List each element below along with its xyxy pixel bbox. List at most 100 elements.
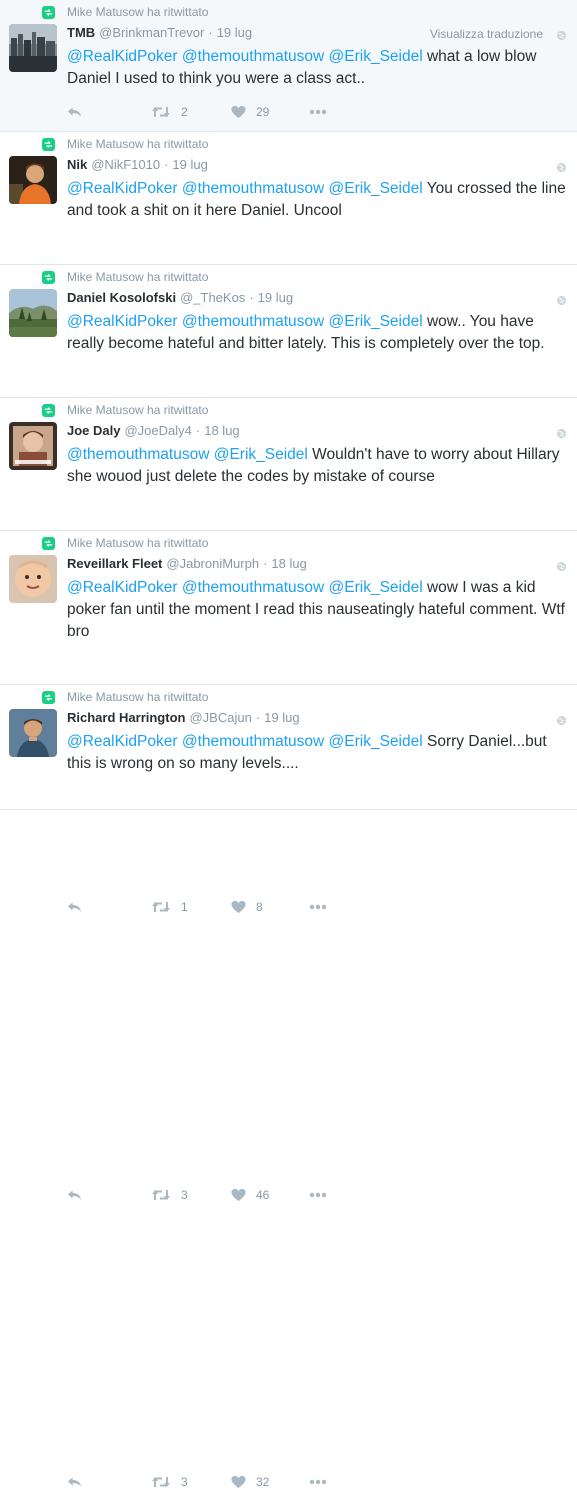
author-handle[interactable]: @JoeDaly4 xyxy=(124,423,191,438)
like-button[interactable]: 32 xyxy=(231,1475,309,1489)
tweet-header: Richard Harrington @JBCajun · 19 lug xyxy=(67,710,300,725)
tweet-header: Nik @NikF1010 · 19 lug xyxy=(67,157,208,172)
retweet-context-label: Mike Matusow ha ritwittato xyxy=(67,536,209,550)
tweet-text: @RealKidPoker @themouthmatusow @Erik_Sei… xyxy=(67,577,567,643)
heart-icon xyxy=(231,1475,246,1489)
avatar[interactable] xyxy=(9,156,57,204)
mention-link[interactable]: @themouthmatusow xyxy=(182,313,324,330)
mention-link[interactable]: @Erik_Seidel xyxy=(329,579,423,596)
mention-link[interactable]: @Erik_Seidel xyxy=(329,48,423,65)
tweet-date[interactable]: 19 lug xyxy=(217,25,252,40)
avatar-child-meme xyxy=(9,422,57,470)
heart-icon xyxy=(231,900,246,914)
author-name[interactable]: Nik xyxy=(67,157,87,172)
retweet-button[interactable]: 3 xyxy=(151,1188,231,1202)
reply-button[interactable] xyxy=(67,106,151,118)
mention-link[interactable]: @RealKidPoker xyxy=(67,733,178,750)
tweet-date[interactable]: 18 lug xyxy=(271,556,306,571)
tweet-actions: 2 29 xyxy=(67,104,327,120)
globe-icon xyxy=(556,160,567,173)
tweet-actions: 1 8 xyxy=(67,899,327,915)
reply-button[interactable] xyxy=(67,1476,151,1488)
like-count: 46 xyxy=(256,1188,270,1202)
tweet-header: Joe Daly @JoeDaly4 · 18 lug xyxy=(67,423,240,438)
retweet-icon xyxy=(151,1188,171,1202)
avatar[interactable] xyxy=(9,289,57,337)
retweet-badge-icon xyxy=(42,690,55,704)
mention-link[interactable]: @themouthmatusow xyxy=(182,733,324,750)
mention-link[interactable]: @themouthmatusow xyxy=(182,579,324,596)
separator-dot: · xyxy=(255,710,261,725)
retweet-count: 3 xyxy=(181,1475,188,1489)
separator-dot: · xyxy=(208,25,213,40)
retweet-context-label: Mike Matusow ha ritwittato xyxy=(67,270,209,284)
more-button[interactable] xyxy=(309,1479,327,1485)
retweet-button[interactable]: 2 xyxy=(151,105,231,119)
retweet-context-label: Mike Matusow ha ritwittato xyxy=(67,403,209,417)
retweet-badge-icon xyxy=(42,5,55,19)
tweet-text: @themouthmatusow @Erik_Seidel Wouldn't h… xyxy=(67,444,567,488)
more-button[interactable] xyxy=(309,904,327,910)
tweet[interactable]: Mike Matusow ha ritwittato Joe Daly @Joe… xyxy=(0,398,577,914)
more-dots-icon xyxy=(309,904,327,910)
retweet-icon xyxy=(151,1475,171,1489)
mention-link[interactable]: @themouthmatusow xyxy=(182,48,324,65)
avatar-city-skyline xyxy=(9,24,57,72)
avatar[interactable] xyxy=(9,555,57,603)
author-handle[interactable]: @JabroniMurph xyxy=(166,556,259,571)
reply-button[interactable] xyxy=(67,901,151,913)
separator-dot: · xyxy=(263,556,268,571)
author-handle[interactable]: @_TheKos xyxy=(180,290,245,305)
author-name[interactable]: TMB xyxy=(67,25,95,40)
globe-icon xyxy=(556,293,567,306)
tweet-text: @RealKidPoker @themouthmatusow @Erik_Sei… xyxy=(67,178,567,222)
avatar[interactable] xyxy=(9,709,57,757)
like-button[interactable]: 8 xyxy=(231,900,309,914)
avatar[interactable] xyxy=(9,24,57,72)
mention-link[interactable]: @themouthmatusow xyxy=(67,446,209,463)
mention-link[interactable]: @RealKidPoker xyxy=(67,579,178,596)
tweet[interactable]: Mike Matusow ha ritwittato TMB @Brinkman… xyxy=(0,0,577,132)
tweet-text: @RealKidPoker @themouthmatusow @Erik_Sei… xyxy=(67,311,567,355)
tweet[interactable]: Mike Matusow ha ritwittato Nik @NikF1010… xyxy=(0,132,577,383)
tweet[interactable]: Mike Matusow ha ritwittato Reveillark Fl… xyxy=(0,531,577,1202)
author-name[interactable]: Richard Harrington xyxy=(67,710,185,725)
retweet-button[interactable]: 3 xyxy=(151,1475,231,1489)
author-handle[interactable]: @JBCajun xyxy=(189,710,251,725)
mention-link[interactable]: @RealKidPoker xyxy=(67,180,178,197)
more-button[interactable] xyxy=(309,109,327,115)
tweet[interactable]: Mike Matusow ha ritwittato Daniel Kosolo… xyxy=(0,265,577,649)
more-button[interactable] xyxy=(309,1192,327,1198)
author-handle[interactable]: @BrinkmanTrevor xyxy=(99,25,204,40)
tweet-header: TMB @BrinkmanTrevor · 19 lug xyxy=(67,25,252,40)
tweet-date[interactable]: 19 lug xyxy=(264,710,299,725)
like-button[interactable]: 29 xyxy=(231,105,309,119)
mention-link[interactable]: @Erik_Seidel xyxy=(214,446,308,463)
retweet-badge-icon xyxy=(42,137,55,151)
mention-link[interactable]: @Erik_Seidel xyxy=(329,180,423,197)
like-button[interactable]: 46 xyxy=(231,1188,309,1202)
mention-link[interactable]: @RealKidPoker xyxy=(67,48,178,65)
mention-link[interactable]: @Erik_Seidel xyxy=(329,733,423,750)
author-name[interactable]: Joe Daly xyxy=(67,423,120,438)
retweet-button[interactable]: 1 xyxy=(151,900,231,914)
avatar[interactable] xyxy=(9,422,57,470)
reply-button[interactable] xyxy=(67,1189,151,1201)
mention-link[interactable]: @RealKidPoker xyxy=(67,313,178,330)
retweet-count: 2 xyxy=(181,105,188,119)
separator-dot: · xyxy=(164,157,169,172)
tweet-date[interactable]: 19 lug xyxy=(172,157,207,172)
tweet-date[interactable]: 18 lug xyxy=(204,423,239,438)
author-name[interactable]: Daniel Kosolofski xyxy=(67,290,176,305)
mention-link[interactable]: @Erik_Seidel xyxy=(329,313,423,330)
tweet[interactable]: Mike Matusow ha ritwittato Richard Harri… xyxy=(0,685,577,1489)
author-handle[interactable]: @NikF1010 xyxy=(91,157,160,172)
like-count: 8 xyxy=(256,900,263,914)
globe-icon xyxy=(556,426,567,439)
tweet-date[interactable]: 19 lug xyxy=(258,290,293,305)
tweet-text: @RealKidPoker @themouthmatusow @Erik_Sei… xyxy=(67,46,567,90)
mention-link[interactable]: @themouthmatusow xyxy=(182,180,324,197)
author-name[interactable]: Reveillark Fleet xyxy=(67,556,162,571)
retweet-context: Mike Matusow ha ritwittato xyxy=(42,4,208,20)
translate-link[interactable]: Visualizza traduzione xyxy=(430,27,543,41)
